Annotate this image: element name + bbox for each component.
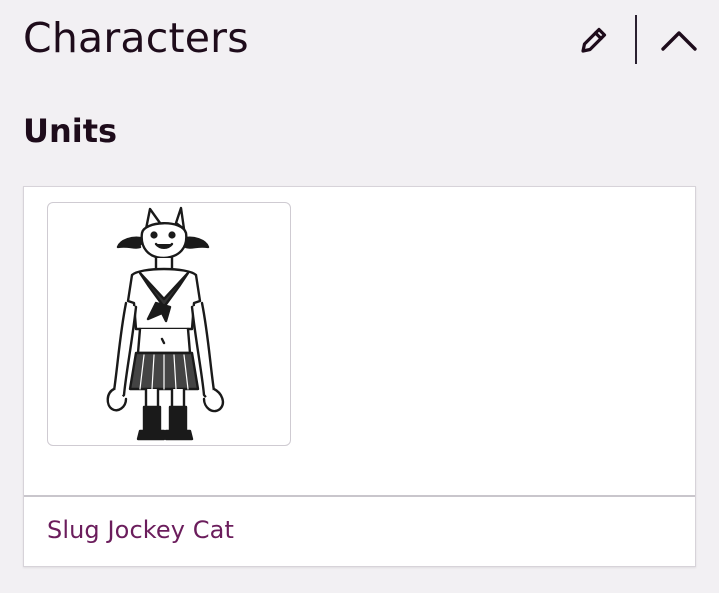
unit-name-link[interactable]: Slug Jockey Cat <box>47 514 234 546</box>
unit-image <box>106 206 225 441</box>
units-heading: Units <box>23 112 118 150</box>
unit-thumbnail[interactable] <box>47 202 291 446</box>
pencil-icon <box>581 27 607 53</box>
unit-card: Slug Jockey Cat <box>23 186 696 567</box>
chevron-up-icon <box>661 31 697 51</box>
section-title: Characters <box>23 14 249 62</box>
edit-button[interactable] <box>570 18 618 62</box>
characters-header: Characters <box>0 0 719 80</box>
card-divider <box>24 495 695 497</box>
header-divider <box>635 15 637 64</box>
collapse-button[interactable] <box>652 18 706 62</box>
